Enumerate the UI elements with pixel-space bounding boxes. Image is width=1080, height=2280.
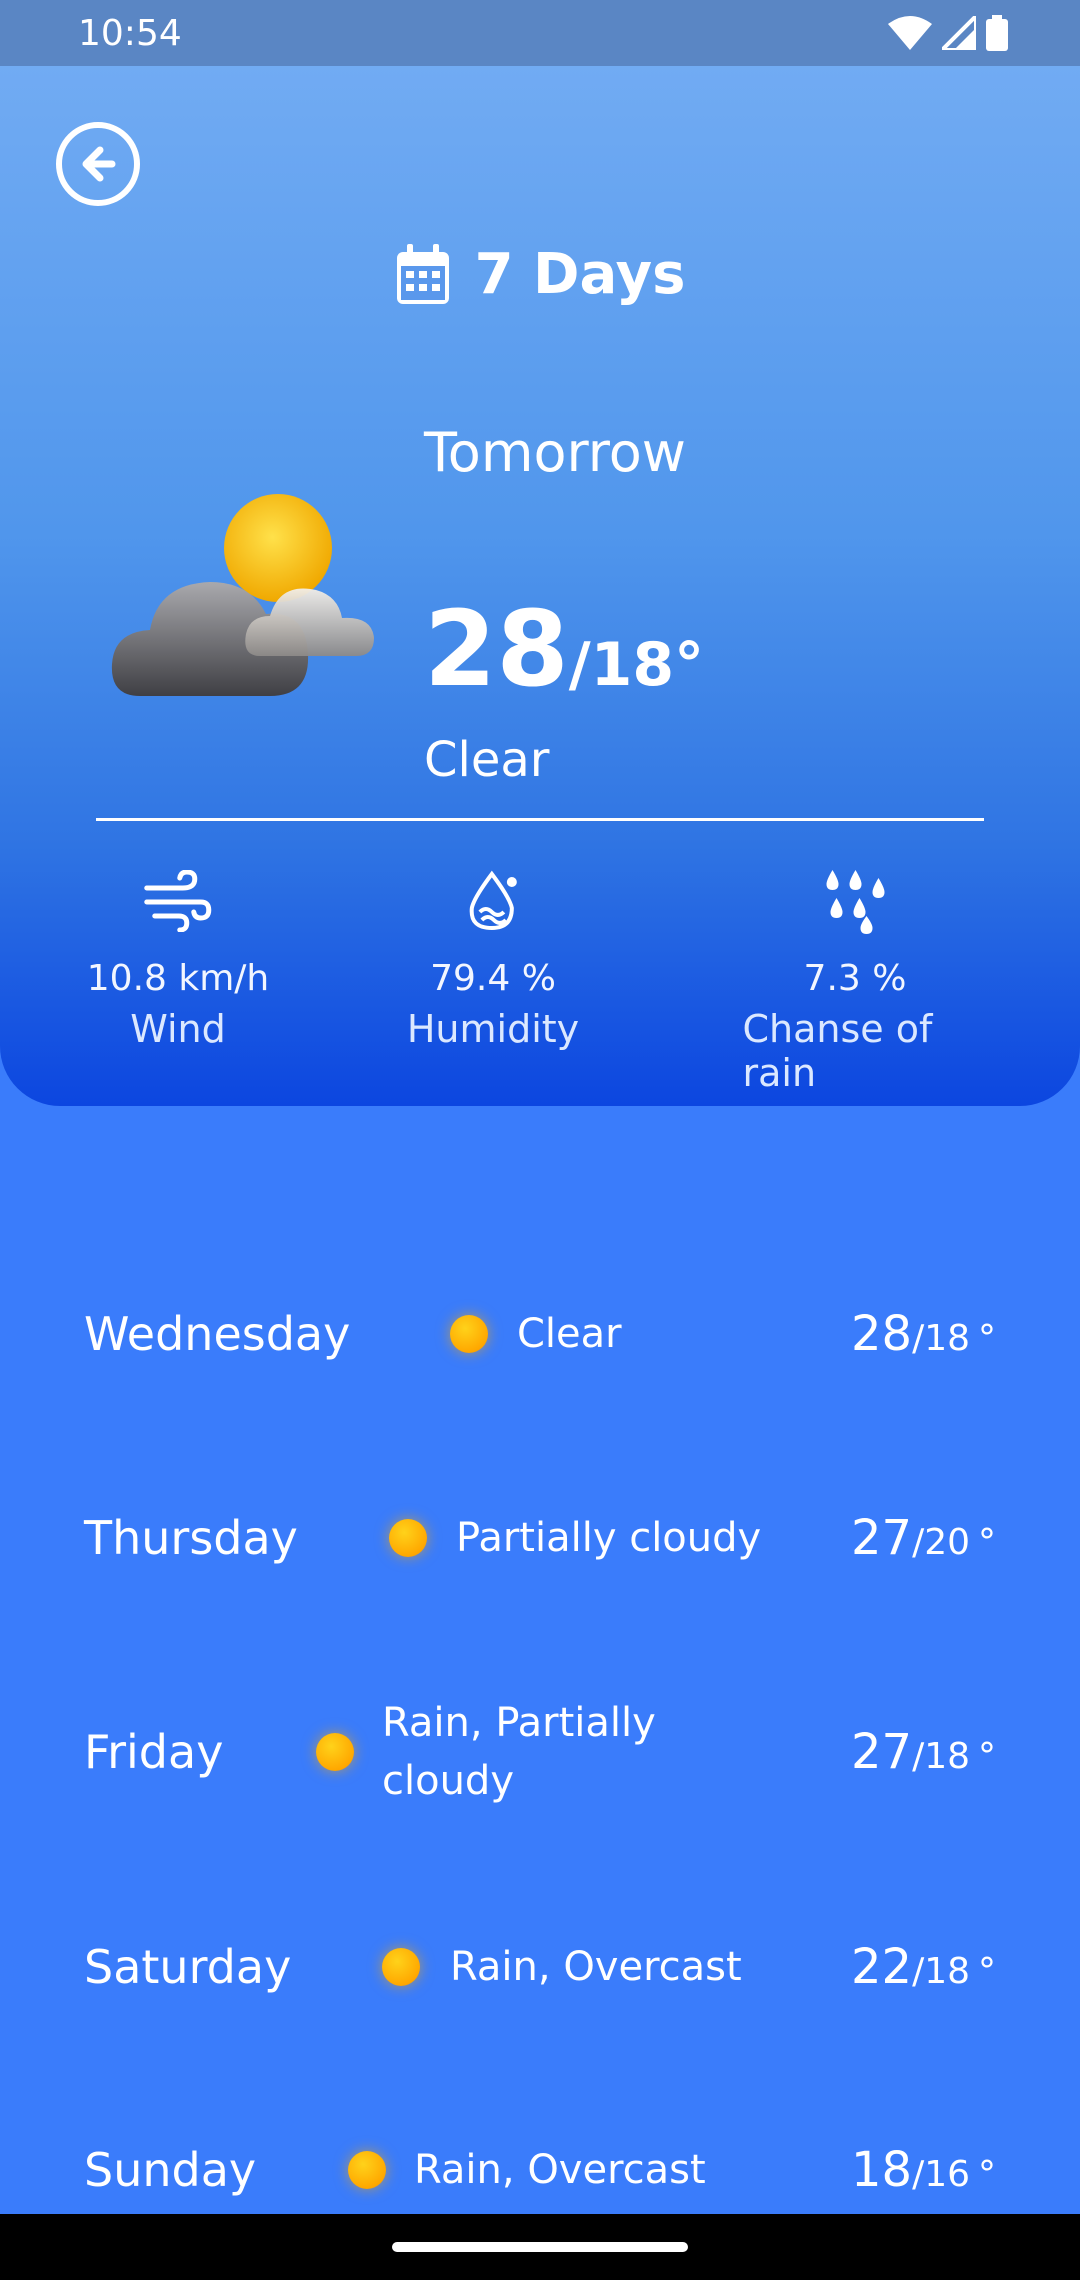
forecast-temp-unit: ° (978, 2154, 996, 2195)
hero-card: 7 Days Tomorrow 28 /18° Clear 10.8 km/h … (0, 66, 1080, 1106)
system-nav-bar (0, 2214, 1080, 2280)
forecast-temps: 18 /16 ° (851, 2142, 996, 2198)
status-bar: 10:54 (0, 0, 1080, 66)
sun-icon (348, 2151, 386, 2189)
today-condition: Clear (424, 732, 550, 788)
forecast-temps: 27 /18 ° (851, 1724, 996, 1780)
header: 7 Days (0, 242, 1080, 307)
wifi-icon (888, 16, 932, 50)
today-temp-high: 28 (424, 588, 569, 710)
sun-icon (389, 1519, 427, 1557)
forecast-temp-unit: ° (978, 1318, 996, 1359)
forecast-row-wednesday[interactable]: Wednesday Clear 28 /18 ° (0, 1274, 1080, 1394)
forecast-temp-unit: ° (978, 1522, 996, 1563)
divider (96, 818, 984, 821)
forecast-temp-low: /18 (912, 1951, 970, 1992)
status-icons (888, 15, 1008, 51)
forecast-day: Wednesday (84, 1307, 351, 1361)
battery-icon (986, 15, 1008, 51)
forecast-row-saturday[interactable]: Saturday Rain, Overcast 22 /18 ° (0, 1907, 1080, 2027)
forecast-row-friday[interactable]: Friday Rain, Partially cloudy 27 /18 ° (0, 1692, 1080, 1812)
sun-icon (382, 1948, 420, 1986)
forecast-temp-high: 28 (850, 1306, 913, 1362)
forecast-condition: Partially cloudy (456, 1515, 762, 1561)
forecast-temps: 22 /18 ° (851, 1939, 996, 1995)
forecast-day: Sunday (84, 2143, 257, 2197)
forecast-temp-unit: ° (978, 1736, 996, 1777)
stat-label: Chanse of rain (742, 1007, 933, 1095)
forecast-condition: Rain, Partially cloudy (382, 1700, 656, 1804)
stat-value: 79.4 % (430, 958, 556, 999)
sun-icon (316, 1733, 354, 1771)
forecast-temp-low: /20 (912, 1522, 970, 1563)
forecast-temp-high: 27 (850, 1724, 913, 1780)
forecast-temp-high: 18 (850, 2142, 913, 2198)
stat-value: 7.3 % (803, 958, 907, 999)
forecast-temps: 28 /18 ° (851, 1306, 996, 1362)
forecast-temps: 27 /20 ° (851, 1510, 996, 1566)
forecast-row-thursday[interactable]: Thursday Partially cloudy 27 /20 ° (0, 1478, 1080, 1598)
humidity-icon (469, 870, 517, 931)
forecast-temp-unit: ° (978, 1951, 996, 1992)
forecast-temp-high: 22 (850, 1939, 913, 1995)
stat-label: Humidity (406, 1007, 580, 1051)
stat-humidity: 79.4 % Humidity (407, 866, 579, 1051)
stat-chance-of-rain: 7.3 % Chanse of rain (743, 866, 968, 1095)
arrow-left-icon (82, 146, 116, 182)
forecast-condition: Clear (517, 1311, 622, 1357)
stat-value: 10.8 km/h (86, 958, 270, 999)
sun-icon (450, 1315, 488, 1353)
today-temperature: 28 /18° (424, 588, 704, 710)
forecast-temp-high: 27 (850, 1510, 913, 1566)
forecast-day: Saturday (84, 1940, 292, 1994)
page-title: 7 Days (474, 242, 686, 307)
forecast-temp-low: /18 (912, 1318, 970, 1359)
stats-row: 10.8 km/h Wind 79.4 % Humidity 7.3 % Cha… (0, 866, 1080, 1095)
day-label: Tomorrow (424, 421, 686, 484)
stat-wind: 10.8 km/h Wind (87, 866, 269, 1051)
forecast-condition: Rain, Overcast (450, 1944, 742, 1990)
sun-behind-cloud-icon (111, 494, 374, 696)
forecast-row-sunday[interactable]: Sunday Rain, Overcast 18 /16 ° (0, 2110, 1080, 2230)
home-indicator[interactable] (392, 2242, 688, 2252)
rain-drops-icon (826, 870, 884, 934)
forecast-temp-low: /18 (912, 1736, 970, 1777)
forecast-day: Thursday (84, 1511, 298, 1565)
forecast-condition: Rain, Overcast (414, 2147, 706, 2193)
stat-label: Wind (130, 1007, 226, 1051)
forecast-day: Friday (84, 1725, 224, 1779)
back-button[interactable] (56, 122, 140, 206)
forecast-temp-low: /16 (912, 2154, 970, 2195)
wind-icon (144, 870, 212, 932)
today-temp-low: /18° (568, 630, 705, 700)
calendar-icon (396, 243, 449, 304)
status-time: 10:54 (78, 12, 182, 54)
cell-signal-icon (942, 16, 976, 50)
